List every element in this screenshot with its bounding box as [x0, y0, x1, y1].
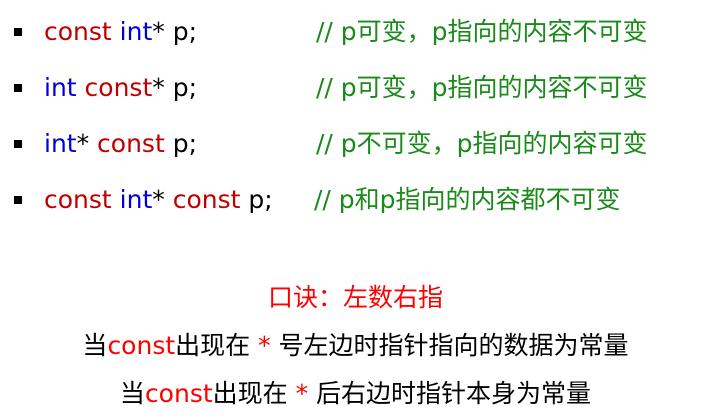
code-row-3: int* const p; // p不可变，p指向的内容可变	[0, 124, 711, 164]
code-row-2: int const* p; // p可变，p指向的内容不可变	[0, 68, 711, 108]
code-snippet: const int* p;	[44, 12, 197, 52]
rule-keyword: const	[144, 379, 213, 408]
code-rest: p;	[164, 129, 198, 158]
rule-middle: 出现在	[175, 331, 259, 360]
code-snippet: int const* p;	[44, 68, 197, 108]
code-star: *	[76, 129, 98, 158]
rule-middle: 出现在	[212, 379, 296, 408]
code-row-1: const int* p; // p可变，p指向的内容不可变	[0, 12, 711, 52]
code-comment: // p不可变，p指向的内容可变	[316, 129, 648, 158]
code-rest: * p;	[152, 73, 198, 102]
code-comment: // p可变，p指向的内容不可变	[316, 17, 648, 46]
code-rest: * p;	[152, 17, 198, 46]
rule-keyword: const	[107, 331, 176, 360]
bullet-icon	[14, 28, 22, 36]
const-keyword: const	[44, 185, 112, 214]
rule-suffix: 号左边时指针指向的数据为常量	[270, 331, 629, 360]
rule-star: *	[258, 331, 271, 360]
rule-star: *	[295, 379, 309, 408]
code-rest: p;	[240, 185, 273, 214]
code-comment: // p可变，p指向的内容不可变	[316, 73, 648, 102]
const-keyword: const	[97, 129, 165, 158]
code-star: *	[152, 185, 173, 214]
rule-suffix: 后右边时指针本身为常量	[308, 379, 592, 408]
int-keyword: int	[119, 17, 153, 46]
code-snippet: int* const p;	[44, 124, 197, 164]
bullet-icon	[14, 140, 22, 148]
bullet-icon	[14, 84, 22, 92]
const-keyword: const	[172, 185, 241, 214]
code-snippet: const int* const p;	[44, 180, 273, 220]
int-keyword: int	[119, 185, 153, 214]
mnemonic-title: 口诀：左数右指	[267, 283, 443, 312]
rule-prefix: 当	[119, 379, 145, 408]
code-comment: // p和p指向的内容都不可变	[314, 185, 621, 214]
code-row-4: const int* const p; // p和p指向的内容都不可变	[0, 180, 711, 220]
const-keyword: const	[44, 17, 112, 46]
int-keyword: int	[44, 73, 77, 102]
rule-prefix: 当	[82, 331, 108, 360]
rule-line-2: 当const出现在 * 后右边时指针本身为常量	[0, 374, 711, 414]
bullet-icon	[14, 196, 22, 204]
const-keyword: const	[84, 73, 153, 102]
int-keyword: int	[44, 129, 77, 158]
rule-line-1: 当const出现在 * 号左边时指针指向的数据为常量	[0, 326, 711, 366]
